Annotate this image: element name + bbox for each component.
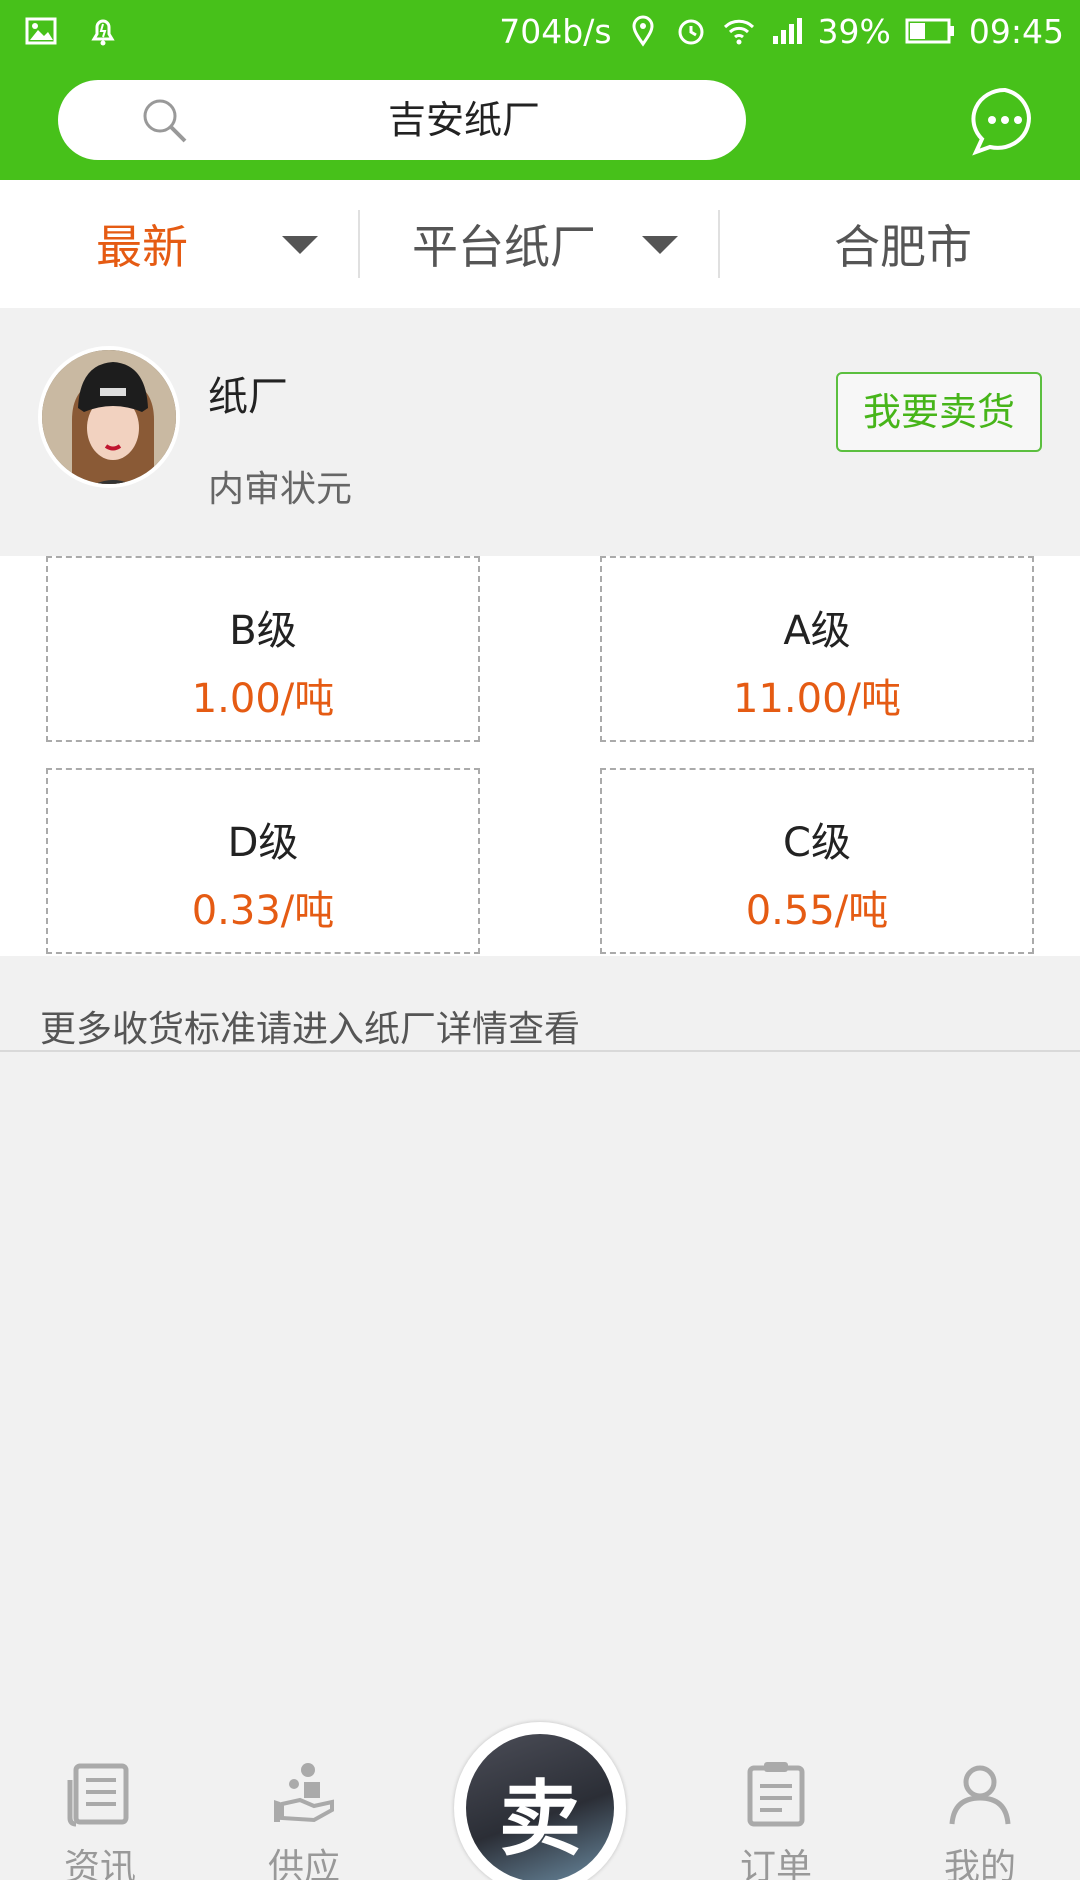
grade-name: C级: [783, 820, 851, 866]
status-bar: 704b/s 39% 09:45: [0, 0, 1080, 62]
app-header: 704b/s 39% 09:45 吉安纸厂: [0, 0, 1080, 180]
signal-icon: [772, 18, 802, 44]
grade-card[interactable]: D级 0.33/吨: [46, 768, 480, 954]
grade-card[interactable]: A级 11.00/吨: [600, 556, 1034, 742]
alarm-clock-icon: [678, 19, 704, 45]
order-icon: [747, 1762, 805, 1827]
sell-center-label: 卖: [498, 1771, 581, 1867]
battery-icon: [905, 18, 954, 44]
grade-price: 0.33/吨: [191, 888, 335, 934]
location-icon: [632, 15, 654, 47]
grade-price: 11.00/吨: [733, 676, 901, 722]
more-standards-note[interactable]: 更多收货标准请进入纸厂详情查看: [40, 1000, 580, 1052]
filter-city-label: 合肥市: [834, 220, 972, 274]
profile-icon: [949, 1765, 1011, 1825]
nav-item-supply[interactable]: 供应: [224, 1760, 384, 1880]
search-query: 吉安纸厂: [388, 98, 541, 142]
factory-subtitle: 内审状元: [208, 469, 353, 510]
nav-item-mine[interactable]: 我的: [900, 1760, 1060, 1880]
grade-card[interactable]: C级 0.55/吨: [600, 768, 1034, 954]
status-left-icons: [24, 14, 120, 48]
grade-name: A级: [783, 608, 851, 654]
clock-time: 09:45: [968, 11, 1064, 51]
filter-city[interactable]: 合肥市: [720, 180, 1080, 308]
gallery-notification-icon: [25, 17, 57, 45]
news-icon: [67, 1763, 129, 1827]
section-divider: [0, 1050, 1080, 1052]
filter-platform-factory[interactable]: 平台纸厂: [360, 180, 718, 308]
dropdown-caret-icon: [642, 236, 678, 254]
network-speed: 704b/s: [499, 11, 612, 51]
filter-platform-label: 平台纸厂: [412, 220, 596, 274]
nav-item-orders[interactable]: 订单: [696, 1760, 856, 1880]
grade-name: B级: [229, 608, 297, 654]
filter-latest-label: 最新: [96, 220, 188, 274]
nav-item-news[interactable]: 资讯: [20, 1760, 180, 1880]
search-input[interactable]: 吉安纸厂: [58, 80, 746, 160]
filter-latest[interactable]: 最新: [0, 180, 358, 308]
supply-icon: [274, 1763, 334, 1823]
factory-card[interactable]: 纸厂 内审状元 我要卖货: [0, 308, 1080, 556]
search-icon: [143, 99, 187, 143]
avatar: [38, 346, 180, 488]
alarm-bell-icon: [91, 19, 115, 46]
battery-percent: 39%: [817, 11, 891, 51]
grade-name: D级: [227, 820, 299, 866]
nav-label: 资讯: [63, 1847, 136, 1880]
grade-price: 0.55/吨: [745, 888, 889, 934]
dropdown-caret-icon: [282, 236, 318, 254]
filter-bar: 最新 平台纸厂 合肥市: [0, 180, 1080, 308]
wifi-icon: [723, 19, 754, 45]
nav-label: 订单: [739, 1847, 812, 1880]
nav-label: 供应: [267, 1847, 340, 1880]
nav-label: 我的: [943, 1847, 1016, 1880]
status-right: 704b/s 39% 09:45: [499, 8, 1064, 54]
chat-bubble-icon[interactable]: [970, 86, 1040, 156]
sell-center-image: 卖: [466, 1734, 614, 1880]
grade-grid: B级 1.00/吨 A级 11.00/吨 D级 0.33/吨 C级 0.55/吨: [0, 556, 1080, 956]
avatar-photo: [42, 350, 176, 484]
grade-price: 1.00/吨: [191, 676, 335, 722]
sell-goods-button[interactable]: 我要卖货: [836, 372, 1042, 452]
grade-card[interactable]: B级 1.00/吨: [46, 556, 480, 742]
sell-center-button[interactable]: 卖: [454, 1722, 626, 1880]
factory-name: 纸厂: [208, 374, 288, 420]
